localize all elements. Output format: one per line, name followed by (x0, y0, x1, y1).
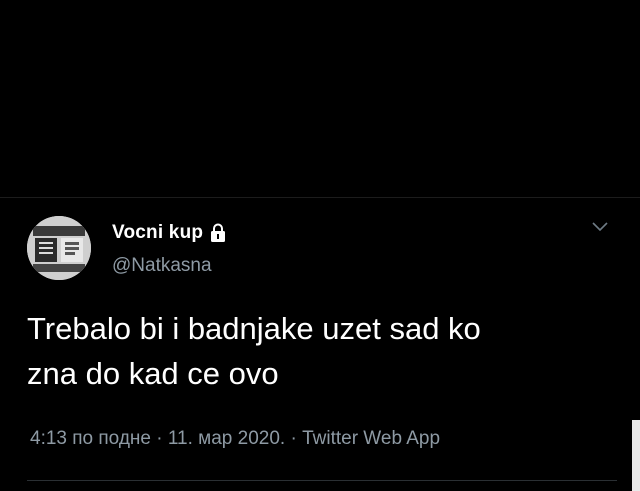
avatar-image (27, 216, 91, 280)
tweet-text-line: Trebalo bi i badnjake uzet sad ko (27, 311, 481, 346)
avatar[interactable] (27, 216, 91, 280)
user-handle[interactable]: @Natkasna (112, 255, 212, 277)
divider (27, 480, 617, 481)
edge-strip (632, 420, 640, 491)
meta-separator: · (285, 428, 303, 449)
tweet-source[interactable]: Twitter Web App (302, 428, 440, 449)
tweet-meta: 4:13 по подне · 11. мар 2020. · Twitter … (30, 428, 440, 450)
lock-icon (211, 223, 226, 242)
display-name[interactable]: Vocni kup (112, 222, 227, 244)
empty-top-area (0, 0, 640, 197)
tweet-card: Vocni kup @Natkasna Trebalo bi i badnjak… (0, 198, 640, 491)
tweet-time[interactable]: 4:13 по подне (30, 428, 151, 449)
tweet-text-line: zna do kad ce ovo (27, 356, 279, 391)
display-name-text: Vocni kup (112, 222, 204, 243)
tweet-text: Trebalo bi i badnjake uzet sad ko zna do… (27, 306, 617, 396)
chevron-down-icon[interactable] (590, 220, 610, 234)
tweet-date[interactable]: 11. мар 2020. (168, 428, 285, 449)
meta-separator: · (150, 428, 168, 449)
